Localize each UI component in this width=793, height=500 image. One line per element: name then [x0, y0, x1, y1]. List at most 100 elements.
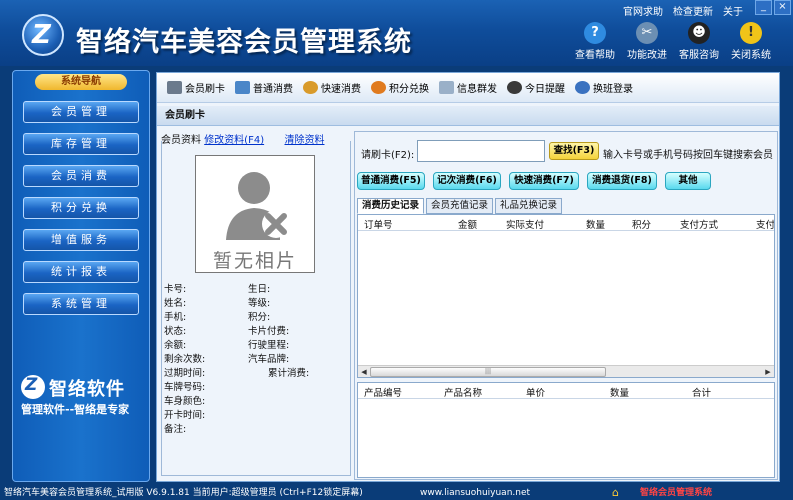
- close-window-button[interactable]: ×: [774, 0, 791, 15]
- field-birthday: 生日:: [248, 284, 271, 295]
- toolbar: 会员刷卡 普通消费 快速消费 积分兑换 信息群发 今日提醒 换班登录: [157, 73, 779, 103]
- toolbar-label: 快速消费: [321, 84, 361, 95]
- title-bar: Z 智络汽车美容会员管理系统 官网求助 检查更新 关于 _ × ? 查看帮助 ✂…: [0, 0, 793, 66]
- column-header: 积分: [632, 220, 652, 231]
- brand-slogan: 管理软件--智络是专家: [21, 403, 130, 416]
- scroll-left-icon[interactable]: ◀: [358, 366, 370, 377]
- consume-work-area: 请刷卡(F2): 查找(F3) 输入卡号或手机号码按回车键搜索会员 普通消费(F…: [354, 131, 778, 480]
- about-link[interactable]: 关于: [723, 3, 743, 18]
- tools-icon: ✂: [636, 22, 658, 44]
- field-level: 等级:: [248, 298, 271, 309]
- sidebar-heading: 系统导航: [35, 74, 127, 90]
- customer-service-button[interactable]: ☻ 客服咨询: [677, 22, 721, 61]
- field-name: 姓名:: [164, 298, 187, 309]
- product-grid[interactable]: 产品编号 产品名称 单价 数量 合计: [357, 382, 775, 478]
- member-photo: 暂无相片: [195, 155, 315, 273]
- view-help-label: 查看帮助: [575, 50, 615, 61]
- toolbar-shift-login-button[interactable]: 换班登录: [575, 80, 633, 95]
- status-version: 智络汽车美容会员管理系统_试用版 V6.9.1.81: [4, 488, 190, 498]
- card-icon: [167, 81, 182, 94]
- search-hint: 输入卡号或手机号码按回车键搜索会员: [603, 150, 773, 161]
- column-header: 合计: [692, 388, 712, 399]
- close-system-label: 关闭系统: [731, 50, 771, 61]
- quick-consume-button[interactable]: 快速消费(F7): [509, 172, 579, 190]
- other-button[interactable]: 其他: [665, 172, 711, 190]
- swipe-card-input[interactable]: [417, 140, 545, 162]
- app-logo: Z: [22, 14, 64, 56]
- sidebar-item-member-management[interactable]: 会员管理: [23, 101, 139, 123]
- field-remaining-times: 剩余次数:: [164, 354, 206, 365]
- toolbar-member-card-button[interactable]: 会员刷卡: [167, 80, 225, 95]
- field-car-brand: 汽车品牌:: [248, 354, 290, 365]
- field-expire-time: 过期时间:: [164, 368, 206, 379]
- field-card-fee: 卡片付费:: [248, 326, 290, 337]
- count-consume-button[interactable]: 记次消费(F6): [433, 172, 501, 190]
- consume-history-grid[interactable]: 订单号 金额 实际支付 数量 积分 支付方式 支付 ◀ ||| ▶: [357, 214, 775, 378]
- field-status: 状态:: [164, 326, 187, 337]
- column-header: 产品名称: [444, 388, 483, 399]
- field-balance: 余额:: [164, 340, 187, 351]
- toolbar-label: 会员刷卡: [185, 84, 225, 95]
- toolbar-points-exchange-button[interactable]: 积分兑换: [371, 80, 429, 95]
- field-car-color: 车身颜色:: [164, 396, 206, 407]
- field-card-no: 卡号:: [164, 284, 187, 295]
- app-title: 智络汽车美容会员管理系统: [76, 27, 412, 58]
- help-icon: ?: [584, 22, 606, 44]
- field-phone: 手机:: [164, 312, 187, 323]
- column-header: 支付方式: [680, 220, 719, 231]
- record-tabs: 消费历史记录 会员充值记录 礼品兑换记录: [357, 198, 563, 214]
- toolbar-mass-message-button[interactable]: 信息群发: [439, 80, 497, 95]
- horizontal-scrollbar[interactable]: ◀ ||| ▶: [358, 365, 774, 377]
- tab-recharge-records[interactable]: 会员充值记录: [426, 198, 494, 214]
- swipe-card-label: 请刷卡(F2):: [361, 150, 415, 161]
- field-remark: 备注:: [164, 424, 187, 435]
- status-website[interactable]: www.liansuohuiyuan.net: [420, 486, 530, 500]
- sidebar-item-member-consumption[interactable]: 会员消费: [23, 165, 139, 187]
- status-brand: 智络会员管理系统: [640, 488, 713, 498]
- scroll-right-icon[interactable]: ▶: [762, 366, 774, 377]
- member-info-panel: 会员资料 修改资料(F4) 清除资料 暂无相片 卡号: 姓名: 手机: 状态: …: [161, 131, 351, 479]
- column-header: 订单号: [364, 220, 393, 231]
- sidebar-item-value-added[interactable]: 增值服务: [23, 229, 139, 251]
- sidebar-item-system-management[interactable]: 系统管理: [23, 293, 139, 315]
- tab-consume-history[interactable]: 消费历史记录: [357, 198, 425, 214]
- field-plate-no: 车牌号码:: [164, 382, 206, 393]
- field-points: 积分:: [248, 312, 271, 323]
- feature-improve-label: 功能改进: [627, 50, 667, 61]
- status-user: 当前用户:超级管理员 (Ctrl+F12锁定屏幕): [192, 488, 363, 498]
- sidebar-item-inventory[interactable]: 库存管理: [23, 133, 139, 155]
- member-info-box: 暂无相片 卡号: 姓名: 手机: 状态: 余额: 剩余次数: 过期时间: 车牌号…: [161, 141, 351, 476]
- sidebar-item-reports[interactable]: 统计报表: [23, 261, 139, 283]
- toolbar-label: 积分兑换: [389, 84, 429, 95]
- brand-logo-icon: Z: [21, 375, 45, 399]
- toolbar-today-reminder-button[interactable]: 今日提醒: [507, 80, 565, 95]
- check-update-link[interactable]: 检查更新: [673, 3, 713, 18]
- field-mileage: 行驶里程:: [248, 340, 290, 351]
- toolbar-label: 信息群发: [457, 84, 497, 95]
- normal-consume-button[interactable]: 普通消费(F5): [357, 172, 425, 190]
- close-system-button[interactable]: ! 关闭系统: [729, 22, 773, 61]
- warning-icon: !: [740, 22, 762, 44]
- column-header: 数量: [610, 388, 630, 399]
- column-header: 金额: [458, 220, 478, 231]
- feature-improve-button[interactable]: ✂ 功能改进: [625, 22, 669, 61]
- person-placeholder-icon: [226, 172, 290, 240]
- toolbar-label: 普通消费: [253, 84, 293, 95]
- login-icon: [575, 81, 590, 94]
- field-total-consumption: 累计消费:: [268, 368, 310, 379]
- toolbar-normal-consume-button[interactable]: 普通消费: [235, 80, 293, 95]
- tab-gift-exchange[interactable]: 礼品兑换记录: [495, 198, 563, 214]
- search-member-button[interactable]: 查找(F3): [549, 142, 599, 160]
- minimize-button[interactable]: _: [755, 0, 772, 15]
- brand-name: 智络软件: [49, 379, 125, 400]
- view-help-button[interactable]: ? 查看帮助: [573, 22, 617, 61]
- sidebar: 系统导航 会员管理 库存管理 会员消费 积分兑换 增值服务 统计报表 系统管理 …: [12, 70, 150, 482]
- scroll-thumb[interactable]: |||: [370, 367, 606, 377]
- toolbar-quick-consume-button[interactable]: 快速消费: [303, 80, 361, 95]
- column-header: 实际支付: [506, 220, 545, 231]
- section-title: 会员刷卡: [157, 106, 779, 126]
- main-panel: 会员刷卡 普通消费 快速消费 积分兑换 信息群发 今日提醒 换班登录 会员刷卡: [156, 72, 780, 482]
- official-help-link[interactable]: 官网求助: [623, 3, 663, 18]
- consume-return-button[interactable]: 消费退货(F8): [587, 172, 657, 190]
- sidebar-item-points-exchange[interactable]: 积分兑换: [23, 197, 139, 219]
